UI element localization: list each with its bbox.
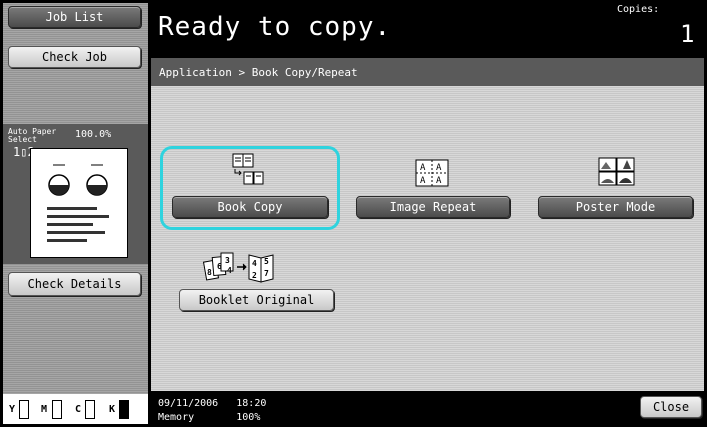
booklet-original-button[interactable]: Booklet Original xyxy=(179,289,334,311)
memory-status: Memory 100% xyxy=(158,412,261,423)
poster-mode-button[interactable]: Poster Mode xyxy=(538,196,693,218)
svg-text:7: 7 xyxy=(264,269,269,278)
page-thumbnail xyxy=(30,148,128,258)
settings-preview: Auto Paper Select 100.0% 1▯2 xyxy=(3,124,148,264)
svg-text:5: 5 xyxy=(264,257,269,266)
copies-label: Copies: xyxy=(617,4,660,15)
status-title: Ready to copy. xyxy=(158,12,392,42)
svg-text:6: 6 xyxy=(217,262,222,271)
svg-text:A: A xyxy=(420,176,426,186)
job-list-button[interactable]: Job List xyxy=(8,6,141,28)
check-details-button[interactable]: Check Details xyxy=(8,272,141,296)
svg-text:3: 3 xyxy=(225,256,230,265)
image-repeat-button[interactable]: Image Repeat xyxy=(356,196,510,218)
copies-count: 1 xyxy=(680,20,695,48)
book-copy-button[interactable]: Book Copy xyxy=(172,196,328,218)
zoom-ratio: 100.0% xyxy=(75,129,112,140)
booklet-original-icon: 8 6 3 4 4 5 2 7 xyxy=(203,252,274,283)
svg-text:A: A xyxy=(436,163,442,173)
breadcrumb: Application > Book Copy/Repeat xyxy=(151,58,704,86)
svg-text:4: 4 xyxy=(252,259,257,268)
image-repeat-icon: A A A A xyxy=(415,159,449,187)
toner-y-bar xyxy=(19,400,29,419)
book-copy-icon xyxy=(232,153,264,185)
svg-text:8: 8 xyxy=(207,268,212,277)
paper-line2: Select xyxy=(8,135,37,144)
toner-y-label: Y xyxy=(9,404,16,415)
svg-text:A: A xyxy=(420,163,426,173)
toner-k-label: K xyxy=(109,404,116,415)
svg-text:4: 4 xyxy=(227,266,232,275)
svg-text:2: 2 xyxy=(252,271,257,280)
toner-c-label: C xyxy=(75,404,82,415)
close-button[interactable]: Close xyxy=(640,396,702,418)
poster-mode-icon xyxy=(598,157,635,186)
thumbnail-graphic xyxy=(47,164,109,242)
toner-levels: Y M C K xyxy=(3,394,148,424)
svg-text:A: A xyxy=(436,176,442,186)
date-time: 09/11/2006 18:20 xyxy=(158,398,267,409)
check-job-button[interactable]: Check Job xyxy=(8,46,141,68)
paper-setting: Auto Paper Select xyxy=(8,128,56,144)
toner-m-bar xyxy=(52,400,62,419)
toner-c-bar xyxy=(85,400,95,419)
toner-m-label: M xyxy=(41,404,48,415)
toner-k-bar xyxy=(119,400,129,419)
